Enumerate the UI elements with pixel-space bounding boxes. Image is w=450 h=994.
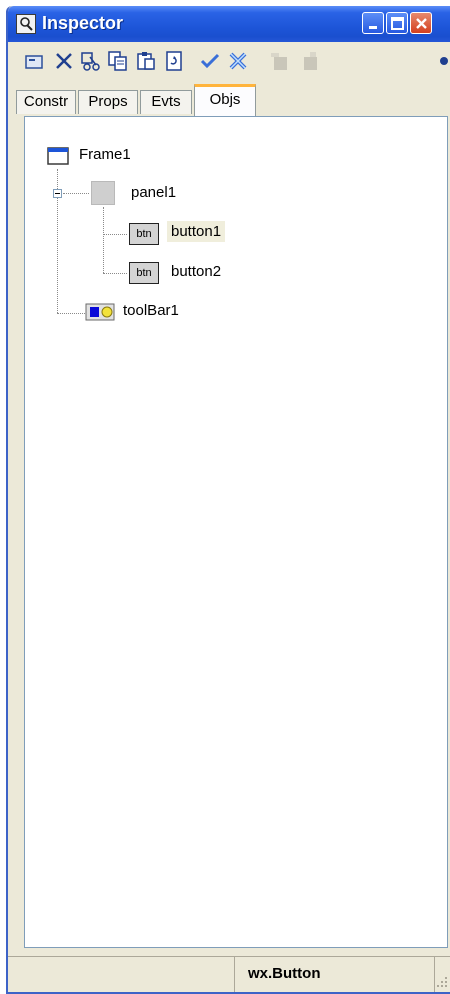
tree-connector: [63, 193, 89, 194]
status-bar: wx.Button: [8, 956, 450, 992]
frame-icon: [47, 147, 69, 165]
paste-icon[interactable]: [134, 49, 158, 73]
collapse-toggle[interactable]: [53, 189, 62, 198]
minimize-icon: [369, 26, 377, 29]
maximize-icon: [391, 17, 404, 30]
window-title: Inspector: [42, 13, 124, 33]
open-icon[interactable]: [22, 49, 46, 73]
panel-icon: [91, 181, 115, 205]
cancel-icon[interactable]: [226, 49, 250, 73]
minimize-button[interactable]: [362, 12, 384, 34]
delete-icon[interactable]: [52, 49, 76, 73]
tree-node-label: button1: [167, 221, 226, 242]
object-tree[interactable]: Frame1 panel1 btn button1 btn button2 to…: [24, 116, 448, 948]
copy-icon[interactable]: [106, 49, 130, 73]
inspector-window: Inspector Constr Props Evts Objs Frame1 …: [6, 6, 450, 994]
maximize-button[interactable]: [386, 12, 408, 34]
tree-connector: [57, 313, 85, 314]
refresh-icon[interactable]: [162, 49, 186, 73]
tool-disabled-icon: [268, 49, 292, 73]
cut-icon[interactable]: [78, 49, 102, 73]
tree-node-label: panel1: [131, 184, 177, 201]
tab-props[interactable]: Props: [78, 90, 138, 114]
btn-icon: btn: [129, 223, 159, 245]
tree-node-label: button2: [171, 263, 222, 280]
status-text: wx.Button: [248, 965, 321, 982]
toolbar-icon: [85, 303, 115, 321]
inspector-icon: [16, 14, 36, 34]
tree-connector: [103, 234, 127, 235]
btn-icon: btn: [129, 262, 159, 284]
tab-constr[interactable]: Constr: [16, 90, 76, 114]
resize-grip-icon[interactable]: [436, 976, 448, 988]
check-icon[interactable]: [198, 49, 222, 73]
toolbar: [8, 44, 450, 78]
tree-connector: [103, 207, 104, 273]
tab-evts[interactable]: Evts: [140, 90, 192, 114]
close-icon: [416, 18, 427, 29]
tree-node-label: Frame1: [79, 146, 131, 163]
next-icon[interactable]: [432, 49, 450, 73]
tab-strip: Constr Props Evts Objs: [8, 80, 450, 116]
tree-connector: [103, 273, 127, 274]
close-button[interactable]: [410, 12, 432, 34]
tree-node-label: toolBar1: [123, 302, 179, 319]
tool-disabled-icon: [298, 49, 322, 73]
title-bar[interactable]: Inspector: [8, 6, 450, 42]
tab-objs[interactable]: Objs: [194, 84, 256, 116]
